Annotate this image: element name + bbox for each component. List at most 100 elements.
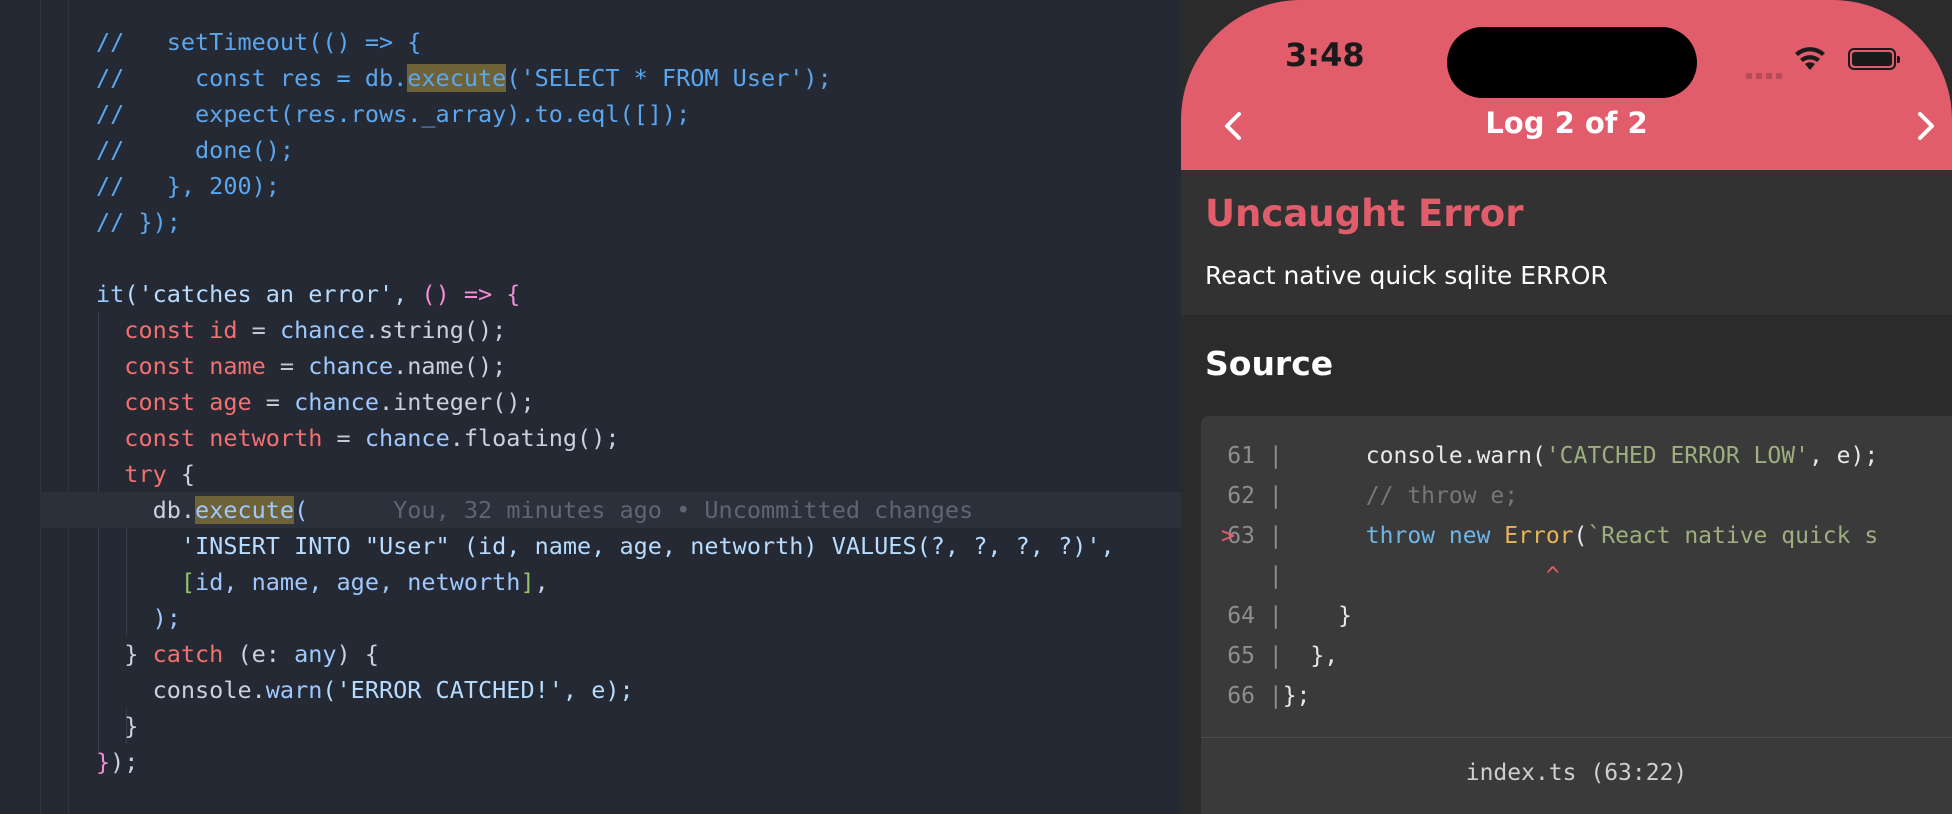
code-token: ); <box>96 604 181 632</box>
code-token: // expect(res.rows._array).to.eql([]); <box>96 100 691 128</box>
code-token: (e: <box>237 640 295 668</box>
code-token: } <box>96 748 111 776</box>
code-line[interactable]: const id = chance.string(); <box>96 312 506 348</box>
error-summary: Uncaught Error React native quick sqlite… <box>1181 170 1952 315</box>
code-token: } <box>96 640 153 668</box>
code-token: 'CATCHED ERROR LOW' <box>1545 443 1809 469</box>
code-token: }, <box>1282 643 1339 669</box>
code-token: = <box>265 352 309 380</box>
code-token: { <box>180 460 196 488</box>
code-line[interactable]: // }); <box>96 204 181 240</box>
source-line: 66 |}; <box>1201 676 1310 716</box>
code-token: Error <box>1504 523 1574 549</box>
code-token: const <box>96 316 210 344</box>
line-separator: | <box>1255 443 1283 469</box>
code-token: throw new <box>1365 523 1505 549</box>
code-token: age <box>209 388 252 416</box>
line-number: 66 <box>1227 683 1255 709</box>
source-file-location[interactable]: index.ts (63:22) <box>1201 760 1952 786</box>
code-line[interactable]: // done(); <box>96 132 294 168</box>
code-token: chance <box>364 424 450 452</box>
code-token: // done(); <box>96 136 295 164</box>
gutter-divider <box>68 0 69 814</box>
phone-screen: 3:48 Log 2 of 2 Uncaught Error React nat… <box>1181 0 1952 814</box>
code-line[interactable]: try { <box>96 456 195 492</box>
code-token: execute <box>195 496 295 524</box>
source-line: >63 | throw new Error(`React native quic… <box>1201 516 1878 556</box>
status-time: 3:48 <box>1285 36 1365 74</box>
code-token: id <box>209 316 238 344</box>
code-token: ( <box>294 496 309 524</box>
code-token: const <box>96 352 210 380</box>
git-blame-annotation: You, 32 minutes ago • Uncommitted change… <box>308 496 974 524</box>
code-token: console. <box>1282 443 1477 469</box>
code-token: ('catches an error', <box>124 280 422 308</box>
code-line[interactable]: } <box>96 708 138 744</box>
source-line: 65 | }, <box>1201 636 1338 676</box>
source-line: | ^ <box>1201 556 1560 596</box>
code-token: try <box>96 460 181 488</box>
code-token: `React native quick s <box>1587 523 1879 549</box>
divider <box>1201 737 1952 738</box>
code-token: // }, 200); <box>96 172 280 200</box>
code-editor[interactable]: // setTimeout(() => { // const res = db.e… <box>0 0 1181 814</box>
code-line[interactable]: // expect(res.rows._array).to.eql([]); <box>96 96 690 132</box>
code-token: 'INSERT INTO "User" (id, name, age, netw… <box>96 532 1115 560</box>
code-token: }; <box>1282 683 1311 709</box>
code-line[interactable]: [id, name, age, networth], <box>96 564 549 600</box>
code-token: ) { <box>336 640 379 668</box>
code-token: console. <box>96 676 266 704</box>
code-token: db. <box>96 496 196 524</box>
code-token: ] <box>520 568 535 596</box>
code-token: // }); <box>96 208 181 236</box>
code-line[interactable]: ); <box>96 600 181 636</box>
signal-icon <box>1746 64 1786 79</box>
code-frame[interactable]: 61 | console.warn('CATCHED ERROR LOW', e… <box>1201 416 1952 814</box>
line-number: 65 <box>1227 643 1255 669</box>
code-token: any <box>294 640 337 668</box>
code-token: ('SELECT * FROM User'); <box>506 64 832 92</box>
code-line[interactable]: } catch (e: any) { <box>96 636 379 672</box>
chevron-right-icon[interactable] <box>1906 106 1946 146</box>
line-separator: | <box>1255 523 1283 549</box>
line-separator: | <box>1255 643 1283 669</box>
code-token: // setTimeout(() => { <box>96 28 422 56</box>
code-token: const <box>96 388 210 416</box>
line-separator: | <box>1255 683 1283 709</box>
code-token: .name(); <box>393 352 507 380</box>
code-token: catch <box>152 640 238 668</box>
error-caret: ^ <box>1545 563 1560 589</box>
source-line: 62 | // throw e; <box>1201 476 1518 516</box>
code-token: execute <box>407 64 507 92</box>
error-title: Uncaught Error <box>1205 192 1524 235</box>
code-line[interactable]: // const res = db.execute('SELECT * FROM… <box>96 60 832 96</box>
code-line[interactable]: const age = chance.integer(); <box>96 384 534 420</box>
code-token: chance <box>279 316 365 344</box>
code-line[interactable]: }); <box>96 744 138 780</box>
code-token: warn <box>265 676 323 704</box>
line-number: 64 <box>1227 603 1255 629</box>
app-header: 3:48 Log 2 of 2 <box>1181 0 1952 170</box>
code-token: } <box>96 712 139 740</box>
code-line[interactable]: // }, 200); <box>96 168 280 204</box>
code-token: .string(); <box>364 316 507 344</box>
code-token: name <box>209 352 266 380</box>
code-line[interactable]: // setTimeout(() => { <box>96 24 421 60</box>
source-line: 61 | console.warn('CATCHED ERROR LOW', e… <box>1201 436 1878 476</box>
gutter-divider <box>40 0 41 814</box>
code-line[interactable]: console.warn('ERROR CATCHED!', e); <box>96 672 634 708</box>
code-token: chance <box>294 388 379 416</box>
code-token: networth <box>209 424 323 452</box>
code-line[interactable]: const name = chance.name(); <box>96 348 506 384</box>
code-line[interactable]: it('catches an error', () => { <box>96 276 520 312</box>
source-line: 64 | } <box>1201 596 1352 636</box>
error-line-marker: > <box>1221 523 1235 549</box>
dynamic-island <box>1447 27 1697 98</box>
code-line[interactable]: 'INSERT INTO "User" (id, name, age, netw… <box>96 528 1115 564</box>
source-heading: Source <box>1205 344 1334 383</box>
line-number: 61 <box>1227 443 1255 469</box>
code-token: it <box>96 280 125 308</box>
code-line[interactable]: const networth = chance.floating(); <box>96 420 619 456</box>
code-line[interactable]: db.execute( You, 32 minutes ago • Uncomm… <box>96 492 973 528</box>
